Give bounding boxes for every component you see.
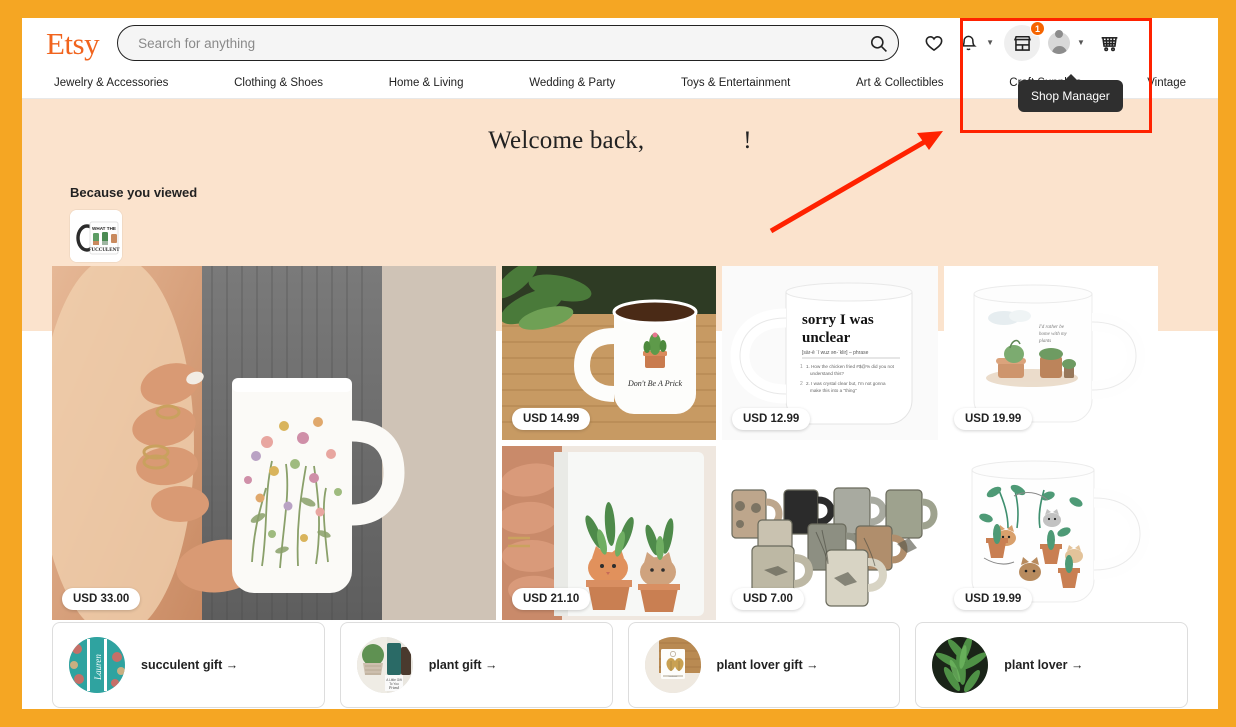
account-button[interactable] — [1044, 26, 1074, 60]
svg-text:make this into a "thing": make this into a "thing" — [810, 388, 857, 393]
site-header: Etsy ▼ — [22, 18, 1218, 68]
suggestion-thumbnail — [932, 637, 989, 693]
product-price: USD 14.99 — [512, 408, 591, 430]
viewed-item-thumbnail[interactable]: WHAT THE FUCCULENT — [70, 210, 122, 262]
storefront-icon — [1013, 35, 1031, 51]
bell-icon — [959, 35, 977, 50]
product-card[interactable]: USD 7.00 — [722, 446, 938, 620]
shop-manager-tooltip: Shop Manager — [1018, 74, 1123, 112]
arrow-right-icon: → — [806, 658, 819, 672]
product-price: USD 21.10 — [512, 588, 591, 610]
screenshot-frame: Etsy ▼ — [0, 0, 1236, 727]
because-you-viewed-label: Because you viewed — [70, 185, 198, 200]
viewed-mug-image: WHAT THE FUCCULENT — [70, 210, 122, 262]
etsy-page: Etsy ▼ — [22, 18, 1218, 709]
product-card[interactable]: I'd rather be home with my plants USD 19… — [944, 266, 1158, 440]
product-grid: USD 33.00 Don't Be A Prick USD 14.99 sor… — [52, 266, 1188, 620]
nav-item-jewelry[interactable]: Jewelry & Accessories — [52, 77, 170, 89]
header-icon-group: ▼ 1 ▼ — [917, 21, 1135, 61]
suggestion-label: plant lover → — [1004, 658, 1083, 672]
svg-text:WHAT THE: WHAT THE — [92, 226, 116, 231]
product-card[interactable]: USD 33.00 — [52, 266, 496, 620]
product-image — [52, 266, 496, 620]
svg-text:unclear: unclear — [802, 330, 851, 346]
suggestion-card-plant-lover-gift[interactable]: handmade plant lover gift → — [627, 622, 901, 708]
product-price: USD 19.99 — [954, 408, 1033, 430]
cart-button[interactable] — [1093, 26, 1127, 60]
fern-plant-image — [932, 637, 989, 693]
nav-item-toys[interactable]: Toys & Entertainment — [679, 77, 792, 89]
favorites-button[interactable] — [917, 26, 951, 60]
account-caret-icon[interactable]: ▼ — [1077, 39, 1085, 47]
nav-item-clothing[interactable]: Clothing & Shoes — [232, 77, 325, 89]
product-price: USD 19.99 — [954, 588, 1033, 610]
search-container — [117, 25, 900, 61]
shop-manager-badge: 1 — [1030, 21, 1046, 36]
notifications-caret-icon[interactable]: ▼ — [986, 39, 994, 47]
svg-text:Friend: Friend — [388, 686, 399, 690]
svg-text:home with my: home with my — [1039, 332, 1068, 337]
arrow-right-icon: → — [485, 658, 498, 672]
suggestion-text: succulent gift — [141, 658, 223, 672]
svg-text:sorry I was: sorry I was — [802, 312, 874, 328]
svg-text:[sär-ē ˈī wuz ən-ˈklir] – phr: [sär-ē ˈī wuz ən-ˈklir] – phrase — [802, 350, 869, 356]
svg-text:plants: plants — [1038, 339, 1051, 344]
avatar-body-icon — [1051, 46, 1067, 54]
suggestion-label: plant gift → — [429, 658, 498, 672]
avatar — [1048, 30, 1071, 54]
suggestion-label: succulent gift → — [141, 658, 238, 672]
svg-text:2. I was crystal clear but, I': 2. I was crystal clear but, I'm not gonn… — [806, 381, 886, 386]
svg-text:I'd rather be: I'd rather be — [1038, 325, 1065, 330]
svg-text:understand this?: understand this? — [810, 371, 844, 376]
welcome-suffix: ! — [743, 127, 752, 154]
product-card[interactable]: USD 19.99 — [944, 446, 1158, 620]
suggestion-text: plant gift — [428, 658, 482, 672]
welcome-prefix: Welcome back, — [488, 127, 645, 154]
svg-text:Lauren: Lauren — [93, 654, 103, 681]
nav-item-vintage[interactable]: Vintage — [1145, 77, 1188, 89]
product-card[interactable]: USD 21.10 — [502, 446, 716, 620]
suggestion-card-plant-gift[interactable]: A Little Gift To You Friend plant gift → — [339, 622, 613, 708]
nav-item-wedding[interactable]: Wedding & Party — [527, 77, 617, 89]
arrow-right-icon: → — [1070, 658, 1084, 672]
welcome-heading: Welcome back, ! — [52, 127, 1188, 155]
etsy-logo[interactable]: Etsy — [46, 28, 100, 59]
svg-text:FUCCULENT: FUCCULENT — [88, 248, 120, 253]
suggestion-card-plant-lover[interactable]: plant lover → — [915, 622, 1188, 708]
avatar-head-icon — [1055, 30, 1064, 38]
svg-text:1. How the chicken fried #$@%: 1. How the chicken fried #$@% did you no… — [806, 364, 895, 369]
search-submit-button[interactable] — [863, 28, 893, 58]
product-price: USD 7.00 — [732, 588, 804, 610]
heart-icon — [925, 36, 943, 52]
product-price: USD 12.99 — [732, 408, 811, 430]
shop-manager-button[interactable]: 1 — [1004, 21, 1046, 61]
nav-item-art[interactable]: Art & Collectibles — [854, 77, 946, 89]
search-icon — [870, 35, 887, 52]
arrow-right-icon: → — [225, 658, 239, 672]
suggestion-text: plant lover — [1004, 658, 1068, 672]
product-card[interactable]: Don't Be A Prick USD 14.99 — [502, 266, 716, 440]
plant-gift-image: A Little Gift To You Friend — [356, 637, 413, 693]
svg-text:handmade: handmade — [668, 676, 677, 678]
svg-text:2: 2 — [800, 381, 803, 387]
suggestion-card-succulent-gift[interactable]: Lauren succulent gift → — [52, 622, 325, 708]
product-card[interactable]: sorry I was unclear [sär-ē ˈī wuz ən-ˈkl… — [722, 266, 938, 440]
earrings-image: handmade — [644, 637, 701, 693]
search-suggestion-row: Lauren succulent gift → A Little Gift To… — [52, 622, 1188, 708]
product-price: USD 33.00 — [62, 588, 141, 610]
nav-item-home-living[interactable]: Home & Living — [387, 77, 466, 89]
suggestion-text: plant lover gift — [716, 658, 803, 672]
cart-icon — [1102, 36, 1118, 51]
tumbler-image: Lauren — [69, 637, 125, 693]
suggestion-thumbnail: Lauren — [69, 637, 125, 693]
notifications-button[interactable] — [953, 26, 983, 60]
svg-text:Don't Be A Prick: Don't Be A Prick — [627, 379, 683, 388]
search-input[interactable] — [117, 25, 900, 61]
suggestion-label: plant lover gift → — [717, 658, 819, 672]
svg-text:1: 1 — [800, 364, 803, 370]
suggestion-thumbnail: A Little Gift To You Friend — [356, 637, 413, 693]
suggestion-thumbnail: handmade — [644, 637, 701, 693]
